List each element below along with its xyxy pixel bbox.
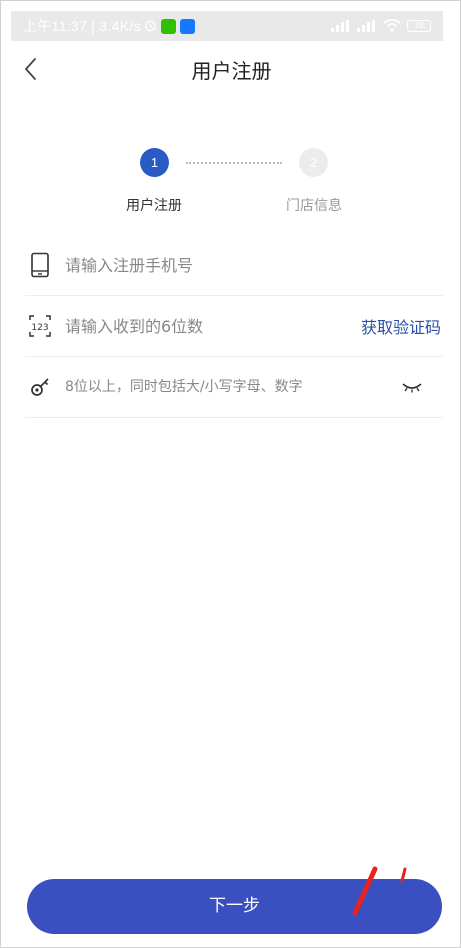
password-input[interactable]: [65, 379, 399, 395]
app-frame: 上午11:37 | 3.4K/s 38 用户注册 1 2 用户注册 门店信息 请…: [0, 0, 461, 948]
get-code-button[interactable]: 获取验证码: [361, 314, 441, 338]
eye-closed-icon: [402, 383, 422, 393]
step-1-indicator: 1: [140, 148, 169, 177]
step-2-label: 门店信息: [286, 198, 342, 214]
step-2-indicator: 2: [299, 148, 328, 177]
signal-icon-2: [357, 17, 377, 36]
step-connector: [186, 162, 282, 164]
step-1-label: 用户注册: [126, 198, 182, 214]
status-time: 上午11:37 | 3.4K/s: [23, 18, 141, 34]
code-row: 123 获取验证码: [25, 296, 443, 357]
page-title: 用户注册: [191, 59, 272, 83]
phone-input[interactable]: [65, 255, 443, 275]
svg-text:123: 123: [31, 323, 48, 333]
signal-icon: [331, 17, 351, 36]
alarm-icon: [144, 17, 157, 36]
toggle-visibility-button[interactable]: [399, 377, 425, 397]
wechat-icon: [160, 18, 176, 34]
status-bar: 上午11:37 | 3.4K/s 38: [11, 11, 443, 41]
next-step-button[interactable]: 下一步: [27, 879, 442, 934]
code-icon: 123: [27, 313, 53, 339]
phone-row: [25, 235, 443, 296]
key-icon: [27, 374, 53, 400]
password-row: [25, 357, 443, 418]
wifi-icon: [383, 17, 401, 36]
alipay-icon: [179, 18, 195, 34]
status-right: 38: [331, 17, 431, 36]
code-input[interactable]: [65, 316, 361, 336]
battery-icon: 38: [407, 20, 431, 32]
phone-icon: [27, 252, 53, 278]
